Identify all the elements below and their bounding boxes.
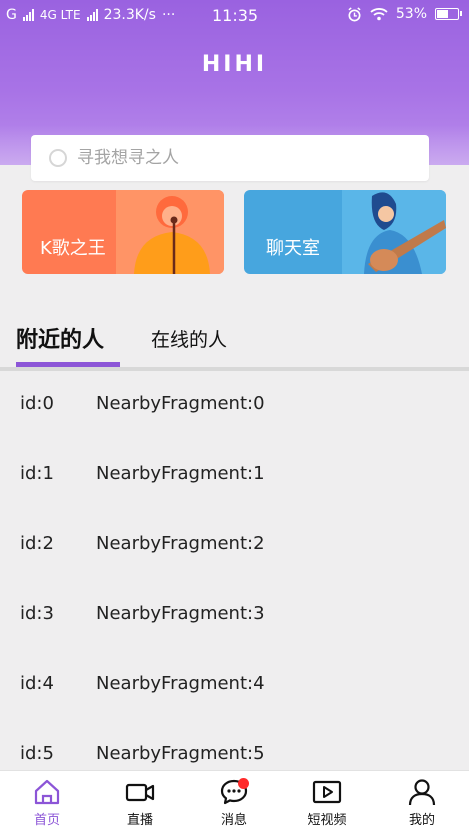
item-id: id:4 xyxy=(20,673,54,694)
karaoke-card[interactable]: K歌之王 xyxy=(22,190,224,274)
item-id: id:2 xyxy=(20,533,54,554)
clock: 11:35 xyxy=(212,6,259,25)
search-icon xyxy=(49,149,67,167)
nav-profile[interactable]: 我的 xyxy=(377,771,467,835)
search-input[interactable] xyxy=(75,147,399,169)
list-item[interactable]: id:1 NearbyFragment:1 xyxy=(0,441,469,511)
search-bar[interactable] xyxy=(31,135,429,181)
nav-short-video-label: 短视频 xyxy=(307,813,347,828)
network-type: G xyxy=(6,7,17,23)
item-name: NearbyFragment:4 xyxy=(96,673,265,694)
tab-nearby[interactable]: 附近的人 xyxy=(16,322,104,354)
list-item[interactable]: id:2 NearbyFragment:2 xyxy=(0,511,469,581)
item-id: id:1 xyxy=(20,463,54,484)
tab-online[interactable]: 在线的人 xyxy=(151,325,227,352)
nav-profile-label: 我的 xyxy=(408,813,435,828)
item-name: NearbyFragment:2 xyxy=(96,533,265,554)
nav-live-label: 直播 xyxy=(126,813,153,828)
bottom-navigation: 首页 直播 消息 短视频 我的 xyxy=(0,770,469,835)
item-name: NearbyFragment:3 xyxy=(96,603,265,624)
chatroom-card-label: 聊天室 xyxy=(266,238,320,259)
lte-label: 4G LTE xyxy=(39,8,81,22)
video-camera-icon xyxy=(125,783,155,802)
app-logo: HIHI xyxy=(201,52,268,77)
wifi-icon xyxy=(370,8,388,21)
status-bar: G 4G LTE 23.3K/s ··· 11:35 53% xyxy=(0,0,469,32)
battery-icon xyxy=(435,8,462,20)
guitarist-illustration xyxy=(342,190,446,274)
tab-bar: 附近的人 在线的人 xyxy=(0,300,469,370)
user-icon xyxy=(408,779,436,806)
notification-badge xyxy=(238,778,249,789)
network-speed: 23.3K/s xyxy=(103,7,156,23)
nav-messages[interactable]: 消息 xyxy=(189,771,279,835)
home-icon xyxy=(34,779,60,805)
item-id: id:3 xyxy=(20,603,54,624)
nav-home-label: 首页 xyxy=(33,813,60,828)
nav-live[interactable]: 直播 xyxy=(95,771,185,835)
karaoke-card-label: K歌之王 xyxy=(40,238,106,259)
item-id: id:0 xyxy=(20,393,54,414)
nav-home[interactable]: 首页 xyxy=(2,771,92,835)
chatroom-card[interactable]: 聊天室 xyxy=(244,190,446,274)
list-item[interactable]: id:0 NearbyFragment:0 xyxy=(0,371,469,441)
item-name: NearbyFragment:5 xyxy=(96,743,265,764)
nav-short-video[interactable]: 短视频 xyxy=(282,771,372,835)
more-dots: ··· xyxy=(161,7,176,23)
item-name: NearbyFragment:0 xyxy=(96,393,265,414)
play-icon xyxy=(312,780,342,804)
list-item[interactable]: id:3 NearbyFragment:3 xyxy=(0,581,469,651)
signal-icon-2 xyxy=(86,9,98,21)
alarm-icon xyxy=(348,6,361,21)
nav-messages-label: 消息 xyxy=(220,813,247,828)
signal-icon xyxy=(22,9,34,21)
item-name: NearbyFragment:1 xyxy=(96,463,265,484)
singer-illustration xyxy=(116,190,224,274)
list-item[interactable]: id:4 NearbyFragment:4 xyxy=(0,651,469,721)
battery-percent: 53% xyxy=(395,6,427,22)
item-id: id:5 xyxy=(20,743,54,764)
